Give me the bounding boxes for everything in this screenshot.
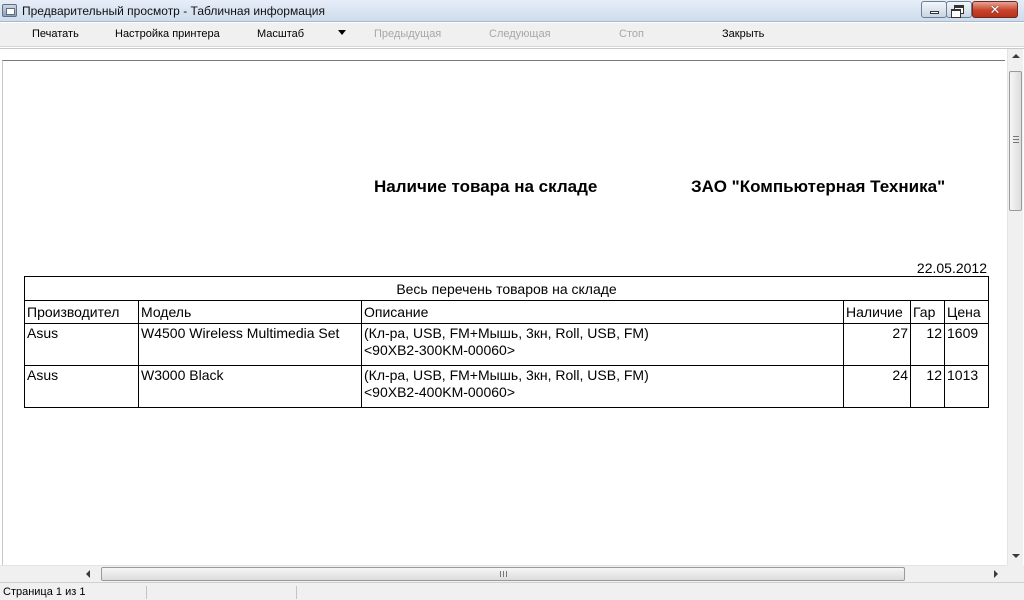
status-divider xyxy=(296,586,297,599)
column-header-description: Описание xyxy=(361,300,844,324)
restore-icon xyxy=(951,5,964,18)
table-header-row: Производител Модель Описание Наличие Гар… xyxy=(24,300,990,324)
horizontal-scrollbar[interactable] xyxy=(0,565,1007,582)
column-header-manufacturer: Производител xyxy=(24,300,139,324)
status-bar: Страница 1 из 1 xyxy=(0,582,1024,600)
minimize-icon xyxy=(929,11,939,14)
scroll-up-icon[interactable] xyxy=(1012,54,1020,58)
title-bar: Предварительный просмотр - Табличная инф… xyxy=(0,0,1024,22)
cell-manufacturer: Asus xyxy=(24,365,139,408)
previous-page-button[interactable]: Предыдущая xyxy=(374,28,441,40)
cell-model: W4500 Wireless Multimedia Set xyxy=(138,323,362,366)
cell-price: 1013 xyxy=(943,365,990,408)
report-page: Наличие товара на складе ЗАО "Компьютерн… xyxy=(2,60,1005,570)
stop-button[interactable]: Стоп xyxy=(619,28,644,40)
description-line: (Кл-ра, USB, FM+Мышь, 3кн, Roll, USB, FM… xyxy=(364,325,649,341)
maximize-button[interactable] xyxy=(946,1,972,18)
column-header-price: Цена xyxy=(943,300,990,324)
company-name: ЗАО "Компьютерная Техника" xyxy=(691,177,946,196)
preview-area: Наличие товара на складе ЗАО "Компьютерн… xyxy=(0,48,1024,582)
scroll-left-icon[interactable] xyxy=(86,570,90,578)
description-line: (Кл-ра, USB, FM+Мышь, 3кн, Roll, USB, FM… xyxy=(364,367,649,383)
table-caption-row: Весь перечень товаров на складе xyxy=(23,276,990,301)
toolbar: Печатать Настройка принтера Масштаб Пред… xyxy=(0,23,1024,47)
horizontal-scroll-thumb[interactable] xyxy=(101,567,905,581)
window-title: Предварительный просмотр - Табличная инф… xyxy=(22,4,325,18)
stock-table: Весь перечень товаров на складе Производ… xyxy=(23,276,990,408)
scale-dropdown[interactable]: Масштаб xyxy=(257,28,304,40)
printer-setup-button[interactable]: Настройка принтера xyxy=(115,28,220,40)
grip-icon xyxy=(1013,136,1019,143)
close-window-button[interactable]: ✕ xyxy=(972,1,1018,18)
cell-warranty: 12 xyxy=(910,323,945,366)
cell-model: W3000 Black xyxy=(138,365,362,408)
close-icon: ✕ xyxy=(989,2,1001,17)
table-row: Asus W3000 Black (Кл-ра, USB, FM+Мышь, 3… xyxy=(24,365,990,408)
cell-description: (Кл-ра, USB, FM+Мышь, 3кн, Roll, USB, FM… xyxy=(361,323,844,366)
chevron-down-icon[interactable] xyxy=(338,30,346,35)
status-divider xyxy=(146,586,147,599)
scroll-right-icon[interactable] xyxy=(994,570,998,578)
vertical-scrollbar[interactable] xyxy=(1007,49,1023,565)
cell-stock: 24 xyxy=(843,365,911,408)
cell-description: (Кл-ра, USB, FM+Мышь, 3кн, Roll, USB, FM… xyxy=(361,365,844,408)
print-button[interactable]: Печатать xyxy=(32,28,79,40)
next-page-button[interactable]: Следующая xyxy=(489,28,551,40)
scroll-down-icon[interactable] xyxy=(1012,554,1020,558)
column-header-model: Модель xyxy=(138,300,362,324)
cell-stock: 27 xyxy=(843,323,911,366)
cell-manufacturer: Asus xyxy=(24,323,139,366)
grip-icon xyxy=(500,571,507,577)
column-header-stock: Наличие xyxy=(843,300,911,324)
report-date: 22.05.2012 xyxy=(916,260,987,276)
minimize-button[interactable] xyxy=(921,1,947,18)
report-title: Наличие товара на складе xyxy=(374,177,598,196)
description-code: <90XB2-400KM-00060> xyxy=(364,384,515,400)
scrollbar-corner xyxy=(1007,565,1024,582)
close-preview-button[interactable]: Закрыть xyxy=(722,28,764,40)
column-header-warranty: Гар xyxy=(910,300,945,324)
description-code: <90XB2-300KM-00060> xyxy=(364,342,515,358)
table-row: Asus W4500 Wireless Multimedia Set (Кл-р… xyxy=(24,323,990,366)
table-caption: Весь перечень товаров на складе xyxy=(23,276,990,301)
preview-window-icon[interactable] xyxy=(2,4,17,17)
cell-warranty: 12 xyxy=(910,365,945,408)
vertical-scroll-thumb[interactable] xyxy=(1009,71,1022,211)
page-info: Страница 1 из 1 xyxy=(3,586,86,598)
cell-price: 1609 xyxy=(943,323,990,366)
